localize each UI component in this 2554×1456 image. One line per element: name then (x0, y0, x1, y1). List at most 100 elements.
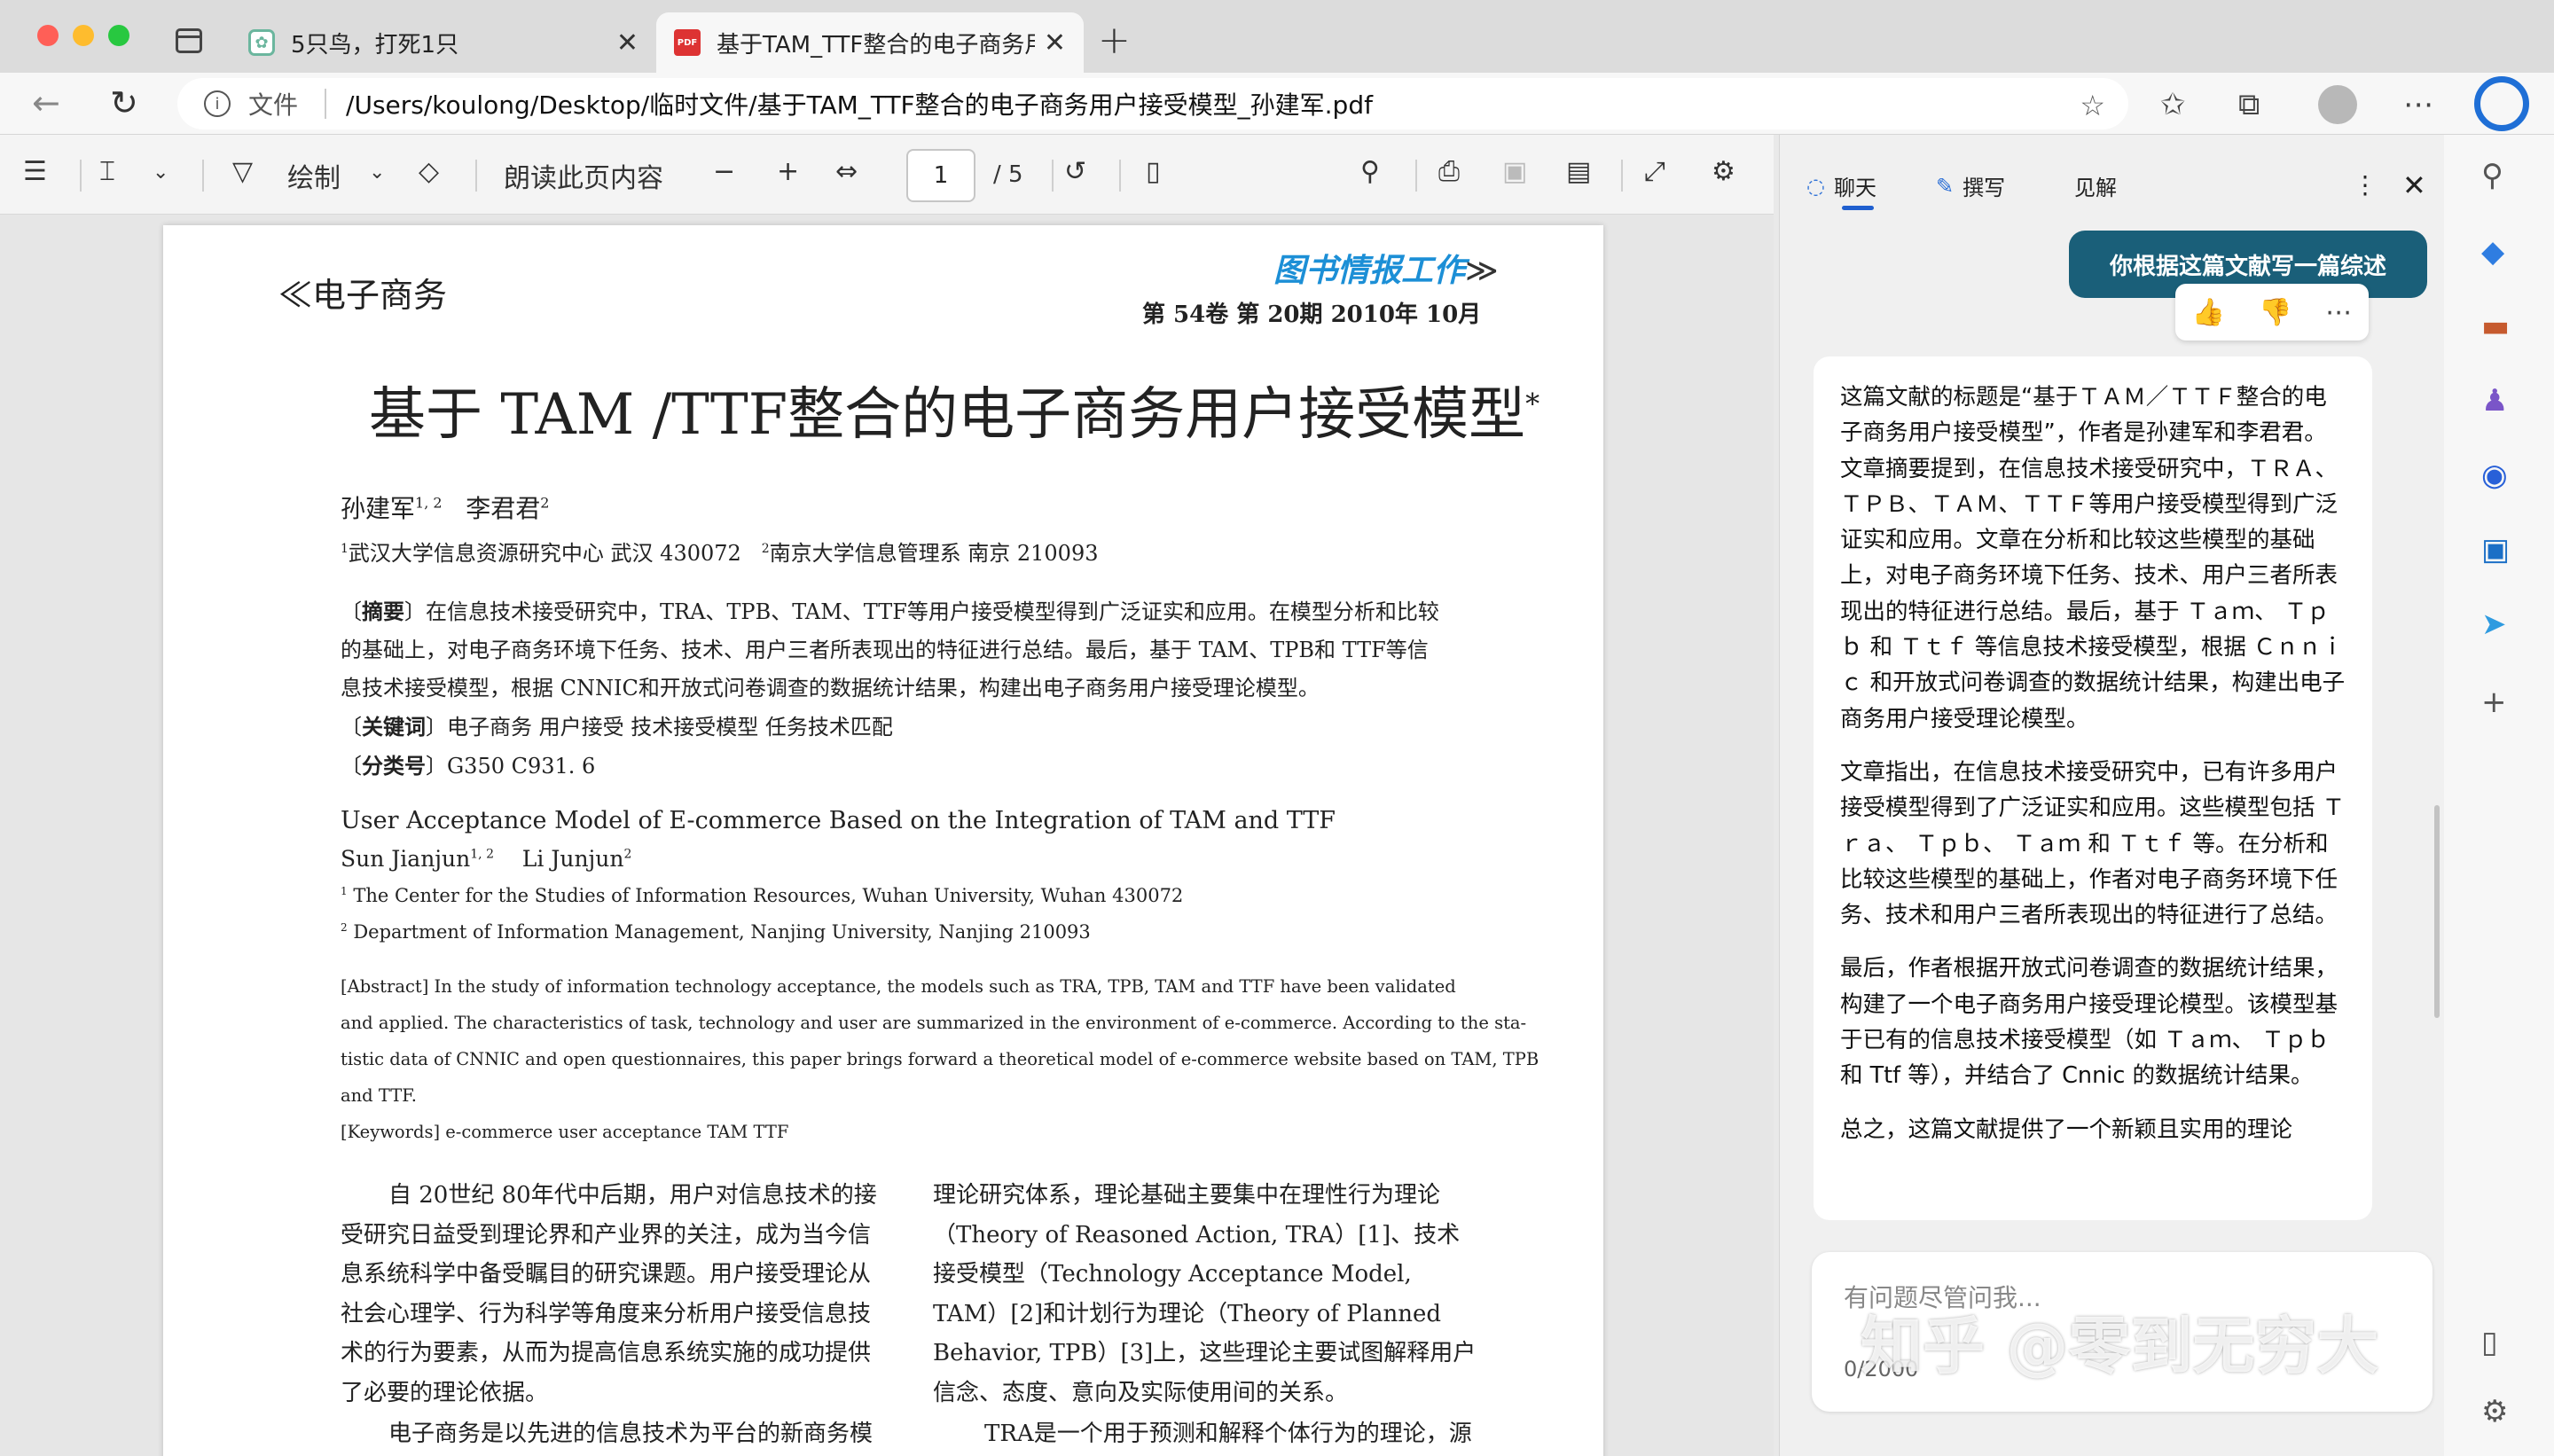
save-as-icon[interactable]: ▤ (1566, 156, 1591, 187)
affil-2: 南京大学信息管理系 南京 210093 (769, 541, 1099, 566)
collections-icon[interactable]: ⧉ (2238, 87, 2260, 122)
contents-icon[interactable]: ☰ (23, 156, 47, 187)
body-column-1-next: 电子商务是以先进的信息技术为平台的新商务模 (388, 1421, 874, 1447)
answer-paragraph: 总之，这篇文献提供了一个新颖且实用的理论 (1840, 1115, 2293, 1143)
en-author-1: Sun Jianjun (341, 846, 471, 872)
more-icon[interactable]: ⋯ (2325, 297, 2352, 328)
print-icon[interactable]: ⎙ (1438, 156, 1460, 187)
draw-icon[interactable]: ▽ (232, 156, 253, 187)
issue-info: 第 54卷 第 20期 2010年 10月 (1142, 301, 1482, 328)
avatar[interactable] (2318, 85, 2357, 124)
body-column-1: 自 20世纪 80年代中后期，用户对信息技术的接受研究日益受到理论界和产业界的关… (341, 1182, 877, 1406)
page-view-icon[interactable]: ▯ (1146, 156, 1161, 187)
copilot-icon[interactable] (2474, 76, 2529, 131)
search-icon[interactable]: ⚲ (1360, 156, 1380, 187)
add-favorite-icon[interactable]: ☆ (2080, 89, 2105, 122)
search-icon[interactable]: ⚲ (2481, 158, 2503, 193)
info-icon[interactable]: i (204, 90, 231, 117)
section-label-text: 电子商务 (312, 276, 448, 315)
paper-title: 基于 TAM /TTF整合的电子商务用户接受模型* (369, 369, 1539, 450)
add-icon[interactable]: + (2481, 685, 2507, 720)
tab-chat[interactable]: ◌ 聊天 (1806, 170, 1876, 210)
zoom-in-icon[interactable]: + (777, 156, 799, 187)
feedback-bar: 👍 👎 ⋯ (2175, 284, 2369, 341)
toolbar-divider (1621, 160, 1623, 192)
microsoft-365-icon[interactable]: ◉ (2481, 458, 2508, 493)
favorites-icon[interactable]: ✩ (2160, 87, 2186, 122)
panel-scrollbar[interactable] (2434, 805, 2440, 1018)
chatgpt-icon: ✿ (248, 29, 275, 56)
zoom-out-icon[interactable]: − (713, 156, 735, 187)
address-bar: ← ↻ i 文件 /Users/koulong/Desktop/临时文件/基于T… (0, 73, 2554, 135)
english-authors: Sun Jianjun1, 2 Li Junjun2 (341, 846, 631, 872)
toolbar-divider (475, 160, 477, 192)
author-1: 孙建军 (341, 494, 416, 523)
highlight-icon[interactable]: ⌶ (99, 156, 115, 187)
tab-chatgpt[interactable]: ✿ 5只鸟，打死1只 ✕ (231, 12, 656, 73)
pdf-viewport[interactable]: ≪电子商务 图书情报工作≫ 第 54卷 第 20期 2010年 10月 基于 T… (0, 215, 1774, 1456)
close-tab-icon[interactable]: ✕ (616, 27, 638, 59)
fit-width-icon[interactable]: ⇔ (835, 156, 858, 187)
title-footnote-mark: * (1525, 387, 1540, 421)
minimize-window-button[interactable] (73, 25, 94, 46)
tab-strip: ✿ 5只鸟，打死1只 ✕ PDF 基于TAM_TTF整合的电子商务用 ✕ + (0, 0, 2554, 73)
save-icon[interactable]: ▣ (1502, 156, 1527, 187)
tab-compose[interactable]: ✎ 撰写 (1936, 170, 2005, 201)
abstract-label: 摘要 (362, 599, 404, 624)
rotate-icon[interactable]: ↺ (1064, 156, 1086, 187)
thumbs-down-icon[interactable]: 👎 (2259, 297, 2292, 328)
abstract-line: 在信息技术接受研究中，TRA、TPB、TAM、TTF等用户接受模型得到广泛证实和… (426, 599, 1439, 624)
more-options-icon[interactable]: ⋮ (2353, 170, 2378, 200)
tab-actions-icon[interactable] (176, 28, 202, 53)
tools-icon[interactable]: ▬ (2481, 309, 2510, 344)
games-icon[interactable]: ♟ (2481, 383, 2508, 419)
tab-label: 5只鸟，打死1只 (291, 31, 459, 59)
fullscreen-icon[interactable]: ⤢ (1644, 156, 1665, 187)
sidebar-toggle-icon[interactable]: ▯ (2481, 1325, 2498, 1360)
settings-icon[interactable]: ⚙ (1712, 156, 1735, 187)
url-text: /Users/koulong/Desktop/临时文件/基于TAM_TTF整合的… (346, 90, 1373, 120)
keywords: 电子商务 用户接受 技术接受模型 任务技术匹配 (447, 715, 893, 740)
body-column-2-next: TRA是一个用于预测和解释个体行为的理论，源 (984, 1421, 1472, 1447)
shopping-icon[interactable]: ◆ (2481, 234, 2504, 270)
more-icon[interactable]: ⋯ (2403, 87, 2433, 122)
en-abstract-line: and applied. The characteristics of task… (341, 1013, 1527, 1033)
thumbs-up-icon[interactable]: 👍 (2192, 297, 2225, 328)
affil-1: 武汉大学信息资源研究中心 武汉 430072 (348, 541, 741, 566)
draw-button[interactable]: 绘制 (287, 156, 341, 195)
close-panel-icon[interactable]: ✕ (2402, 168, 2426, 202)
drop-icon[interactable]: ➤ (2481, 607, 2507, 642)
outlook-icon[interactable]: ▣ (2481, 532, 2510, 568)
chevron-down-icon[interactable]: ⌄ (153, 161, 168, 184)
abstract-zh: 〔摘要〕在信息技术接受研究中，TRA、TPB、TAM、TTF等用户接受模型得到广… (341, 599, 1439, 779)
tab-insights[interactable]: 见解 (2074, 170, 2117, 201)
answer-paragraph: 最后，作者根据开放式问卷调查的数据统计结果，构建了一个电子商务用户接受理论模型。… (1840, 955, 2339, 1090)
close-tab-icon[interactable]: ✕ (1044, 27, 1066, 59)
author-1-sup: 1, 2 (415, 494, 443, 512)
section-label: ≪电子商务 (278, 276, 448, 315)
url-scheme: 文件 (248, 90, 299, 120)
class-label: 分类号 (362, 753, 426, 779)
english-title: User Acceptance Model of E-commerce Base… (341, 807, 1336, 834)
pdf-page: ≪电子商务 图书情报工作≫ 第 54卷 第 20期 2010年 10月 基于 T… (163, 225, 1603, 1456)
paper-title-text: 基于 TAM /TTF整合的电子商务用户接受模型 (369, 382, 1526, 448)
chevron-down-icon[interactable]: ⌄ (369, 161, 385, 184)
watermark: 知乎 @零到无穷大 (1861, 1310, 2379, 1382)
tab-pdf[interactable]: PDF 基于TAM_TTF整合的电子商务用 ✕ (656, 12, 1084, 73)
back-icon[interactable]: ← (32, 83, 60, 122)
maximize-window-button[interactable] (108, 25, 129, 46)
abstract-line: 息技术接受模型，根据 CNNIC和开放式问卷调查的数据统计结果，构建出电子商务用… (341, 676, 1320, 701)
copilot-panel: ◌ 聊天 ✎ 撰写 见解 ⋮ ✕ 你根据这篇文献写一篇综述 👍 👎 ⋯ 这篇文献的标… (1779, 135, 2444, 1456)
close-window-button[interactable] (37, 25, 59, 46)
url-field[interactable]: i 文件 /Users/koulong/Desktop/临时文件/基于TAM_T… (177, 78, 2128, 129)
compose-icon: ✎ (1936, 173, 1955, 199)
reload-icon[interactable]: ↻ (110, 83, 138, 122)
settings-icon[interactable]: ⚙ (2481, 1394, 2508, 1429)
toolbar-divider (1415, 160, 1417, 192)
answer-paragraph: 这篇文献的标题是“基于ＴＡＭ／ＴＴＦ整合的电子商务用户接受模型”，作者是孙建军和… (1840, 384, 2346, 732)
page-number-input[interactable]: 1 (906, 149, 975, 202)
read-aloud-button[interactable]: 朗读此页内容 (504, 156, 663, 195)
new-tab-button[interactable]: + (1098, 18, 1131, 63)
abstract-en: [Abstract] In the study of information t… (341, 968, 1539, 1150)
eraser-icon[interactable]: ◇ (419, 156, 439, 187)
